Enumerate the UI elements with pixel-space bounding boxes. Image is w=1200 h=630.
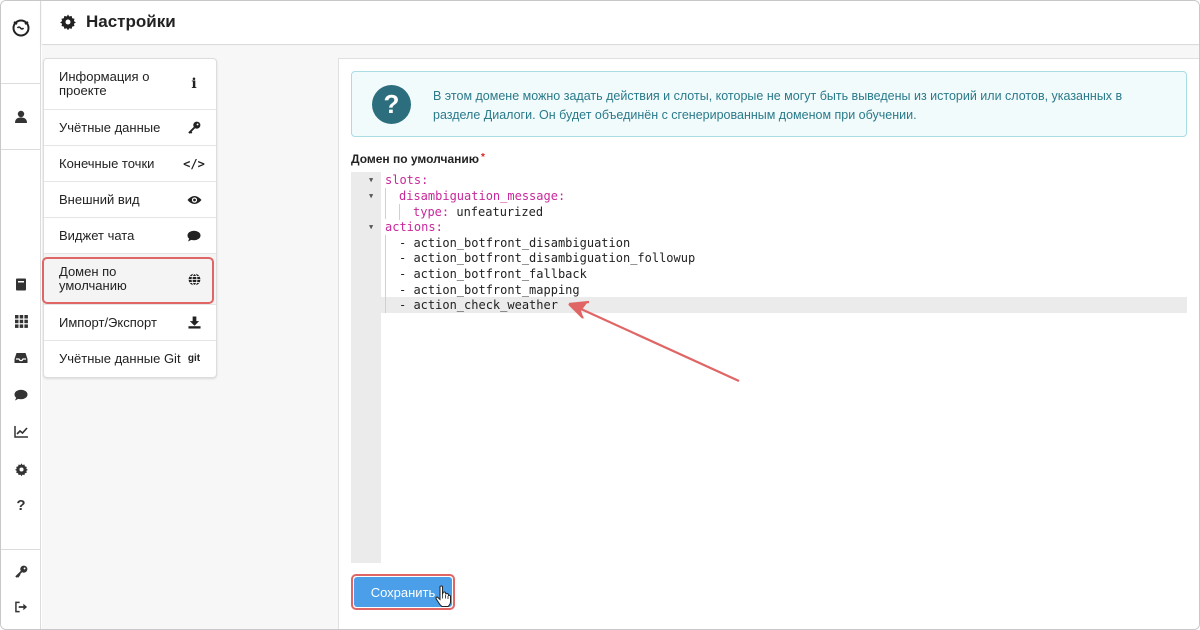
eye-icon [186,192,202,208]
icon-rail: ? [1,1,41,629]
code-icon: </> [183,156,205,171]
app-window: ? Настройки Информация о проекте i Учётн… [0,0,1200,630]
user-icon[interactable] [1,105,41,129]
code-line[interactable]: ▼ disambiguation_message: [351,188,1187,204]
required-mark: * [481,152,485,163]
info-message-text: В этом домене можно задать действия и сл… [433,89,1123,122]
active-item-highlight [42,257,214,304]
code-line[interactable]: ▼ slots: [351,172,1187,188]
menu-item-import-export[interactable]: Импорт/Экспорт [44,305,216,341]
menu-item-label: Виджет чата [59,227,135,243]
menu-item-endpoints[interactable]: Конечные точки </> [44,146,216,182]
menu-item-credentials[interactable]: Учётные данные [44,110,216,146]
key-icon [186,120,202,136]
chat-icon[interactable] [1,383,41,407]
menu-item-label: Учётные данные [59,119,161,135]
code-line[interactable]: - action_botfront_mapping [351,282,1187,298]
gear-icon [60,14,76,35]
book-icon[interactable] [1,272,41,296]
menu-item-git-credentials[interactable]: Учётные данные Git git [44,341,216,377]
inbox-icon[interactable] [1,346,41,370]
menu-item-chat-widget[interactable]: Виджет чата [44,218,216,254]
chart-icon[interactable] [1,420,41,444]
gear-icon[interactable] [1,457,41,481]
yaml-editor[interactable]: ▼ slots: ▼ disambiguation_message: type:… [351,172,1187,563]
download-icon [186,315,202,331]
code-line-active[interactable]: - action_check_weather [351,297,1187,313]
logo-icon[interactable] [1,15,41,39]
menu-item-label: Учётные данные Git [59,351,181,366]
code-line[interactable]: ▼ actions: [351,219,1187,235]
menu-item-label: Информация о проекте [59,69,150,98]
info-icon: i [191,76,197,92]
code-line[interactable]: - action_botfront_fallback [351,266,1187,282]
key-icon[interactable] [1,559,41,583]
help-icon[interactable]: ? [1,493,41,517]
menu-item-label: Внешний вид [59,191,140,207]
menu-item-label: Импорт/Экспорт [59,314,157,330]
fold-arrow-icon[interactable]: ▼ [369,172,373,188]
info-message: ? В этом домене можно задать действия и … [351,71,1187,137]
menu-item-label: Конечные точки [59,155,155,171]
menu-item-project-info[interactable]: Информация о проекте i [44,59,216,110]
settings-menu: Информация о проекте i Учётные данные Ко… [43,58,217,378]
code-line[interactable]: type: unfeaturized [351,204,1187,220]
menu-item-appearance[interactable]: Внешний вид [44,182,216,218]
code-line[interactable]: - action_botfront_disambiguation [351,235,1187,251]
fold-arrow-icon[interactable]: ▼ [369,219,373,235]
page-header: Настройки [42,1,1199,45]
chat-icon [186,228,202,244]
code-line[interactable]: - action_botfront_disambiguation_followu… [351,250,1187,266]
git-icon: git [187,353,201,364]
page-title: Настройки [86,12,176,31]
question-circle-icon: ? [372,85,411,124]
logout-icon[interactable] [1,595,41,619]
fold-arrow-icon[interactable]: ▼ [369,188,373,204]
field-label: Домен по умолчанию * [351,152,485,166]
grid-icon[interactable] [1,309,41,333]
hand-cursor-icon [435,585,451,612]
